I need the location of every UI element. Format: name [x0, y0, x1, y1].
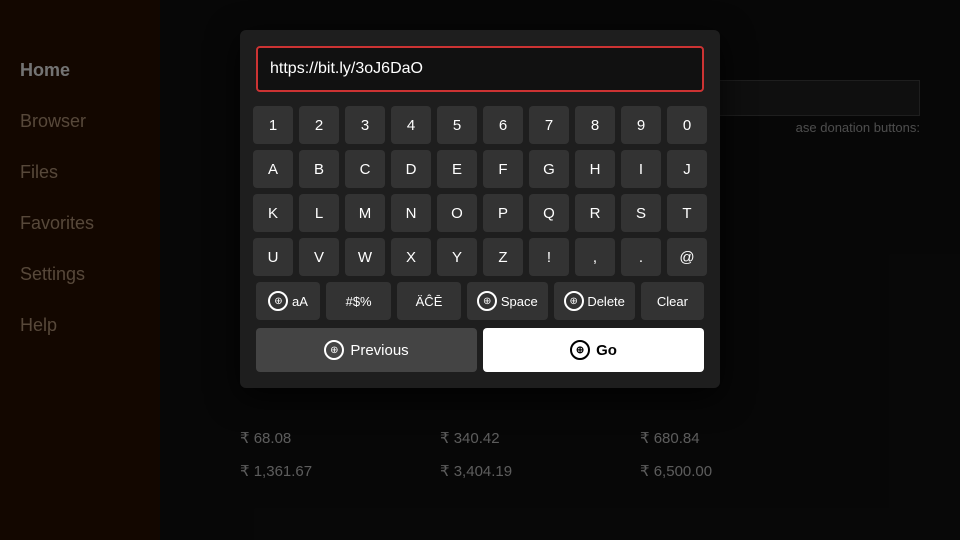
case-toggle-icon: ⊕ — [268, 291, 288, 311]
keyboard-dialog: 1 2 3 4 5 6 7 8 9 0 A B C D E F G H I J … — [240, 30, 720, 388]
key-l[interactable]: L — [299, 194, 339, 232]
key-z[interactable]: Z — [483, 238, 523, 276]
key-5[interactable]: 5 — [437, 106, 477, 144]
key-c[interactable]: C — [345, 150, 385, 188]
delete-icon: ⊕ — [564, 291, 584, 311]
key-i[interactable]: I — [621, 150, 661, 188]
key-x[interactable]: X — [391, 238, 431, 276]
key-period[interactable]: . — [621, 238, 661, 276]
action-buttons: ⊕ Previous ⊕ Go — [256, 328, 704, 372]
key-8[interactable]: 8 — [575, 106, 615, 144]
key-w[interactable]: W — [345, 238, 385, 276]
key-f[interactable]: F — [483, 150, 523, 188]
key-accents[interactable]: ÄĈĒ — [397, 282, 461, 320]
key-symbols[interactable]: #$% — [326, 282, 390, 320]
virtual-keyboard: 1 2 3 4 5 6 7 8 9 0 A B C D E F G H I J … — [256, 106, 704, 320]
key-space[interactable]: ⊕ Space — [467, 282, 547, 320]
key-0[interactable]: 0 — [667, 106, 707, 144]
go-icon: ⊕ — [570, 340, 590, 360]
keyboard-row-uz: U V W X Y Z ! , . @ — [256, 238, 704, 276]
keyboard-row-numbers: 1 2 3 4 5 6 7 8 9 0 — [256, 106, 704, 144]
keyboard-row-aj: A B C D E F G H I J — [256, 150, 704, 188]
key-k[interactable]: K — [253, 194, 293, 232]
key-clear[interactable]: Clear — [641, 282, 704, 320]
key-o[interactable]: O — [437, 194, 477, 232]
key-3[interactable]: 3 — [345, 106, 385, 144]
key-comma[interactable]: , — [575, 238, 615, 276]
key-at[interactable]: @ — [667, 238, 707, 276]
key-m[interactable]: M — [345, 194, 385, 232]
keyboard-row-kt: K L M N O P Q R S T — [256, 194, 704, 232]
key-exclaim[interactable]: ! — [529, 238, 569, 276]
key-a[interactable]: A — [253, 150, 293, 188]
key-b[interactable]: B — [299, 150, 339, 188]
key-u[interactable]: U — [253, 238, 293, 276]
keyboard-row-special: ⊕ aA #$% ÄĈĒ ⊕ Space ⊕ Delete Clear — [256, 282, 704, 320]
key-j[interactable]: J — [667, 150, 707, 188]
key-case-toggle[interactable]: ⊕ aA — [256, 282, 320, 320]
key-4[interactable]: 4 — [391, 106, 431, 144]
key-9[interactable]: 9 — [621, 106, 661, 144]
key-q[interactable]: Q — [529, 194, 569, 232]
previous-icon: ⊕ — [324, 340, 344, 360]
key-r[interactable]: R — [575, 194, 615, 232]
key-d[interactable]: D — [391, 150, 431, 188]
go-button[interactable]: ⊕ Go — [483, 328, 704, 372]
key-v[interactable]: V — [299, 238, 339, 276]
key-1[interactable]: 1 — [253, 106, 293, 144]
key-t[interactable]: T — [667, 194, 707, 232]
key-g[interactable]: G — [529, 150, 569, 188]
key-e[interactable]: E — [437, 150, 477, 188]
key-delete[interactable]: ⊕ Delete — [554, 282, 635, 320]
key-h[interactable]: H — [575, 150, 615, 188]
key-y[interactable]: Y — [437, 238, 477, 276]
key-p[interactable]: P — [483, 194, 523, 232]
key-7[interactable]: 7 — [529, 106, 569, 144]
key-2[interactable]: 2 — [299, 106, 339, 144]
key-n[interactable]: N — [391, 194, 431, 232]
space-icon: ⊕ — [477, 291, 497, 311]
key-s[interactable]: S — [621, 194, 661, 232]
key-6[interactable]: 6 — [483, 106, 523, 144]
previous-button[interactable]: ⊕ Previous — [256, 328, 477, 372]
url-input[interactable] — [256, 46, 704, 92]
